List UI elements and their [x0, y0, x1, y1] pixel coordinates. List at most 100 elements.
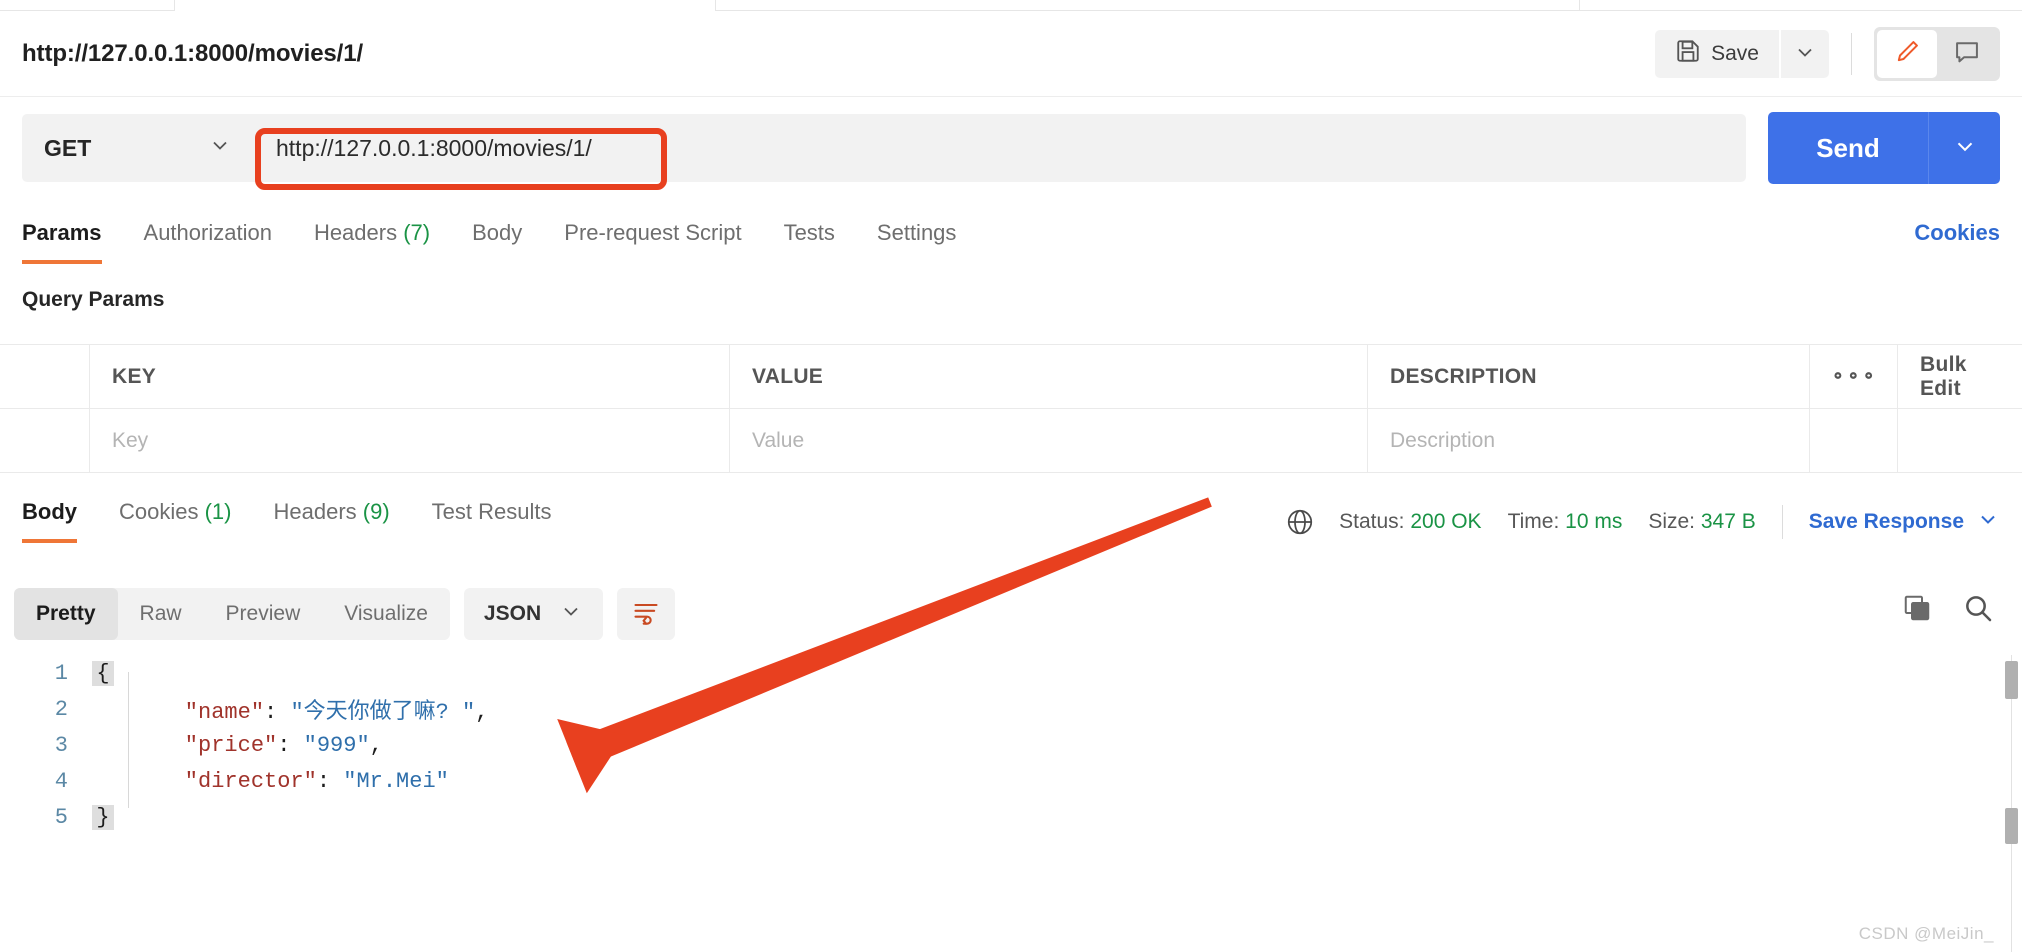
response-meta: Status: 200 OK Time: 10 ms Size: 347 B S…: [1285, 505, 2000, 539]
tab-body-label: Body: [472, 220, 523, 245]
status-badge: Status: 200 OK: [1339, 510, 1481, 534]
view-visualize-button[interactable]: Visualize: [322, 588, 450, 640]
response-tab-cookies[interactable]: Cookies (1): [119, 495, 232, 543]
row-key-input[interactable]: Key: [90, 409, 730, 472]
response-tab-body[interactable]: Body: [22, 495, 77, 543]
row-checkbox-cell[interactable]: [0, 409, 90, 472]
response-tab-test-results[interactable]: Test Results: [432, 495, 552, 543]
code-line-number: 5: [54, 804, 68, 830]
send-button[interactable]: Send: [1768, 112, 1928, 184]
status-label: Status:: [1339, 510, 1405, 533]
save-button[interactable]: Save: [1655, 30, 1779, 78]
response-view-toolbar: Pretty Raw Preview Visualize JSON: [14, 588, 676, 640]
view-pretty-button[interactable]: Pretty: [14, 588, 118, 640]
view-raw-button[interactable]: Raw: [118, 588, 204, 640]
code-line: 3 "price": "999",: [0, 727, 2022, 763]
tab-edge-4[interactable]: [1580, 0, 2022, 11]
scrollbar-track[interactable]: [2011, 655, 2012, 952]
response-tab-body-label: Body: [22, 499, 77, 524]
table-row[interactable]: Key Value Description: [0, 409, 2022, 473]
request-header: http://127.0.0.1:8000/movies/1/ Save: [0, 12, 2022, 97]
tab-authorization[interactable]: Authorization: [144, 216, 272, 264]
response-tab-headers-count: (9): [362, 499, 390, 524]
row-value-input[interactable]: Value: [730, 409, 1368, 472]
response-tab-headers-label: Headers: [273, 499, 357, 524]
size-value: 347 B: [1700, 510, 1756, 533]
save-response-label: Save Response: [1808, 510, 1964, 533]
response-tab-cookies-count: (1): [204, 499, 232, 524]
tab-authorization-label: Authorization: [143, 220, 272, 245]
tab-settings-label: Settings: [876, 220, 957, 245]
tab-edge-1[interactable]: [0, 0, 175, 11]
word-wrap-icon: [632, 598, 660, 631]
save-response-button[interactable]: Save Response: [1809, 507, 2000, 537]
tab-headers[interactable]: Headers (7): [314, 216, 430, 264]
code-line: 1{: [0, 655, 2022, 691]
view-preview-button[interactable]: Preview: [204, 588, 323, 640]
response-tab-headers[interactable]: Headers (9): [274, 495, 390, 543]
code-line-number: 4: [54, 768, 68, 794]
copy-icon[interactable]: [1902, 593, 1932, 628]
edit-mode-button[interactable]: [1877, 30, 1937, 78]
query-params-label: Query Params: [22, 288, 165, 311]
code-line-number: 2: [54, 696, 68, 722]
tab-edge-3[interactable]: [715, 0, 1580, 11]
time-badge: Time: 10 ms: [1508, 510, 1623, 534]
chevron-down-icon: [1952, 133, 1978, 164]
response-body-actions: [1902, 592, 1994, 629]
tab-params-label: Params: [22, 220, 102, 245]
ellipsis-icon[interactable]: ⚬⚬⚬: [1810, 345, 1898, 408]
tab-pre-request-script[interactable]: Pre-request Script: [564, 216, 741, 264]
tab-strip: [0, 0, 2022, 12]
code-line-text: "director": "Mr.Mei": [132, 768, 449, 794]
tab-edge-active[interactable]: [175, 0, 715, 11]
page-title: http://127.0.0.1:8000/movies/1/: [22, 40, 364, 67]
scrollbar-thumb-upper[interactable]: [2005, 661, 2018, 699]
chevron-down-icon: [1793, 40, 1817, 69]
tab-params[interactable]: Params: [22, 216, 102, 264]
response-format-value: JSON: [483, 602, 542, 625]
save-button-label: Save: [1711, 42, 1759, 65]
cookies-link[interactable]: Cookies: [1914, 216, 2000, 246]
header-actions: Save: [1655, 27, 2000, 81]
tab-tests[interactable]: Tests: [784, 216, 835, 264]
response-format-select[interactable]: JSON: [463, 588, 604, 640]
row-description-input[interactable]: Description: [1368, 409, 1810, 472]
save-options-button[interactable]: [1781, 30, 1829, 78]
floppy-disk-icon: [1675, 38, 1701, 70]
comments-button[interactable]: [1937, 30, 1997, 78]
pencil-icon: [1893, 38, 1921, 71]
word-wrap-button[interactable]: [617, 588, 676, 640]
search-icon[interactable]: [1962, 592, 1994, 629]
code-fold-brace[interactable]: {: [92, 660, 114, 686]
chevron-down-icon: [559, 599, 583, 629]
comment-icon: [1953, 38, 1981, 71]
code-line: 5}: [0, 799, 2022, 835]
bulk-edit-button[interactable]: Bulk Edit: [1898, 345, 2022, 408]
divider: [1851, 33, 1852, 75]
response-view-segment: Pretty Raw Preview Visualize: [14, 588, 450, 640]
table-header-row: KEY VALUE DESCRIPTION ⚬⚬⚬ Bulk Edit: [0, 344, 2022, 409]
request-url-input[interactable]: [254, 114, 1746, 182]
http-method-select[interactable]: GET: [22, 114, 254, 182]
code-line-text: "price": "999",: [132, 732, 383, 758]
row-spacer-1: [1810, 409, 1898, 472]
size-badge: Size: 347 B: [1648, 510, 1755, 534]
table-header-description: DESCRIPTION: [1368, 345, 1810, 408]
table-header-checkbox-cell: [0, 345, 90, 408]
tab-settings[interactable]: Settings: [877, 216, 957, 264]
tab-headers-count: (7): [403, 220, 431, 245]
scrollbar-thumb-lower[interactable]: [2005, 808, 2018, 844]
tab-pre-request-script-label: Pre-request Script: [564, 220, 742, 245]
tab-body[interactable]: Body: [472, 216, 522, 264]
response-body-code[interactable]: 1{2 "name": "今天你做了嘛? ", 3 "price": "999",…: [0, 655, 2022, 905]
code-line: 4 "director": "Mr.Mei": [0, 763, 2022, 799]
response-tab-cookies-label: Cookies: [119, 499, 199, 524]
code-line: 2 "name": "今天你做了嘛? ",: [0, 691, 2022, 727]
response-tab-test-results-label: Test Results: [431, 499, 552, 524]
status-value: 200 OK: [1410, 510, 1482, 533]
url-bar: GET Send: [0, 98, 2022, 198]
send-options-button[interactable]: [1928, 112, 2000, 184]
code-fold-brace[interactable]: }: [92, 804, 114, 830]
globe-icon[interactable]: [1285, 507, 1315, 537]
